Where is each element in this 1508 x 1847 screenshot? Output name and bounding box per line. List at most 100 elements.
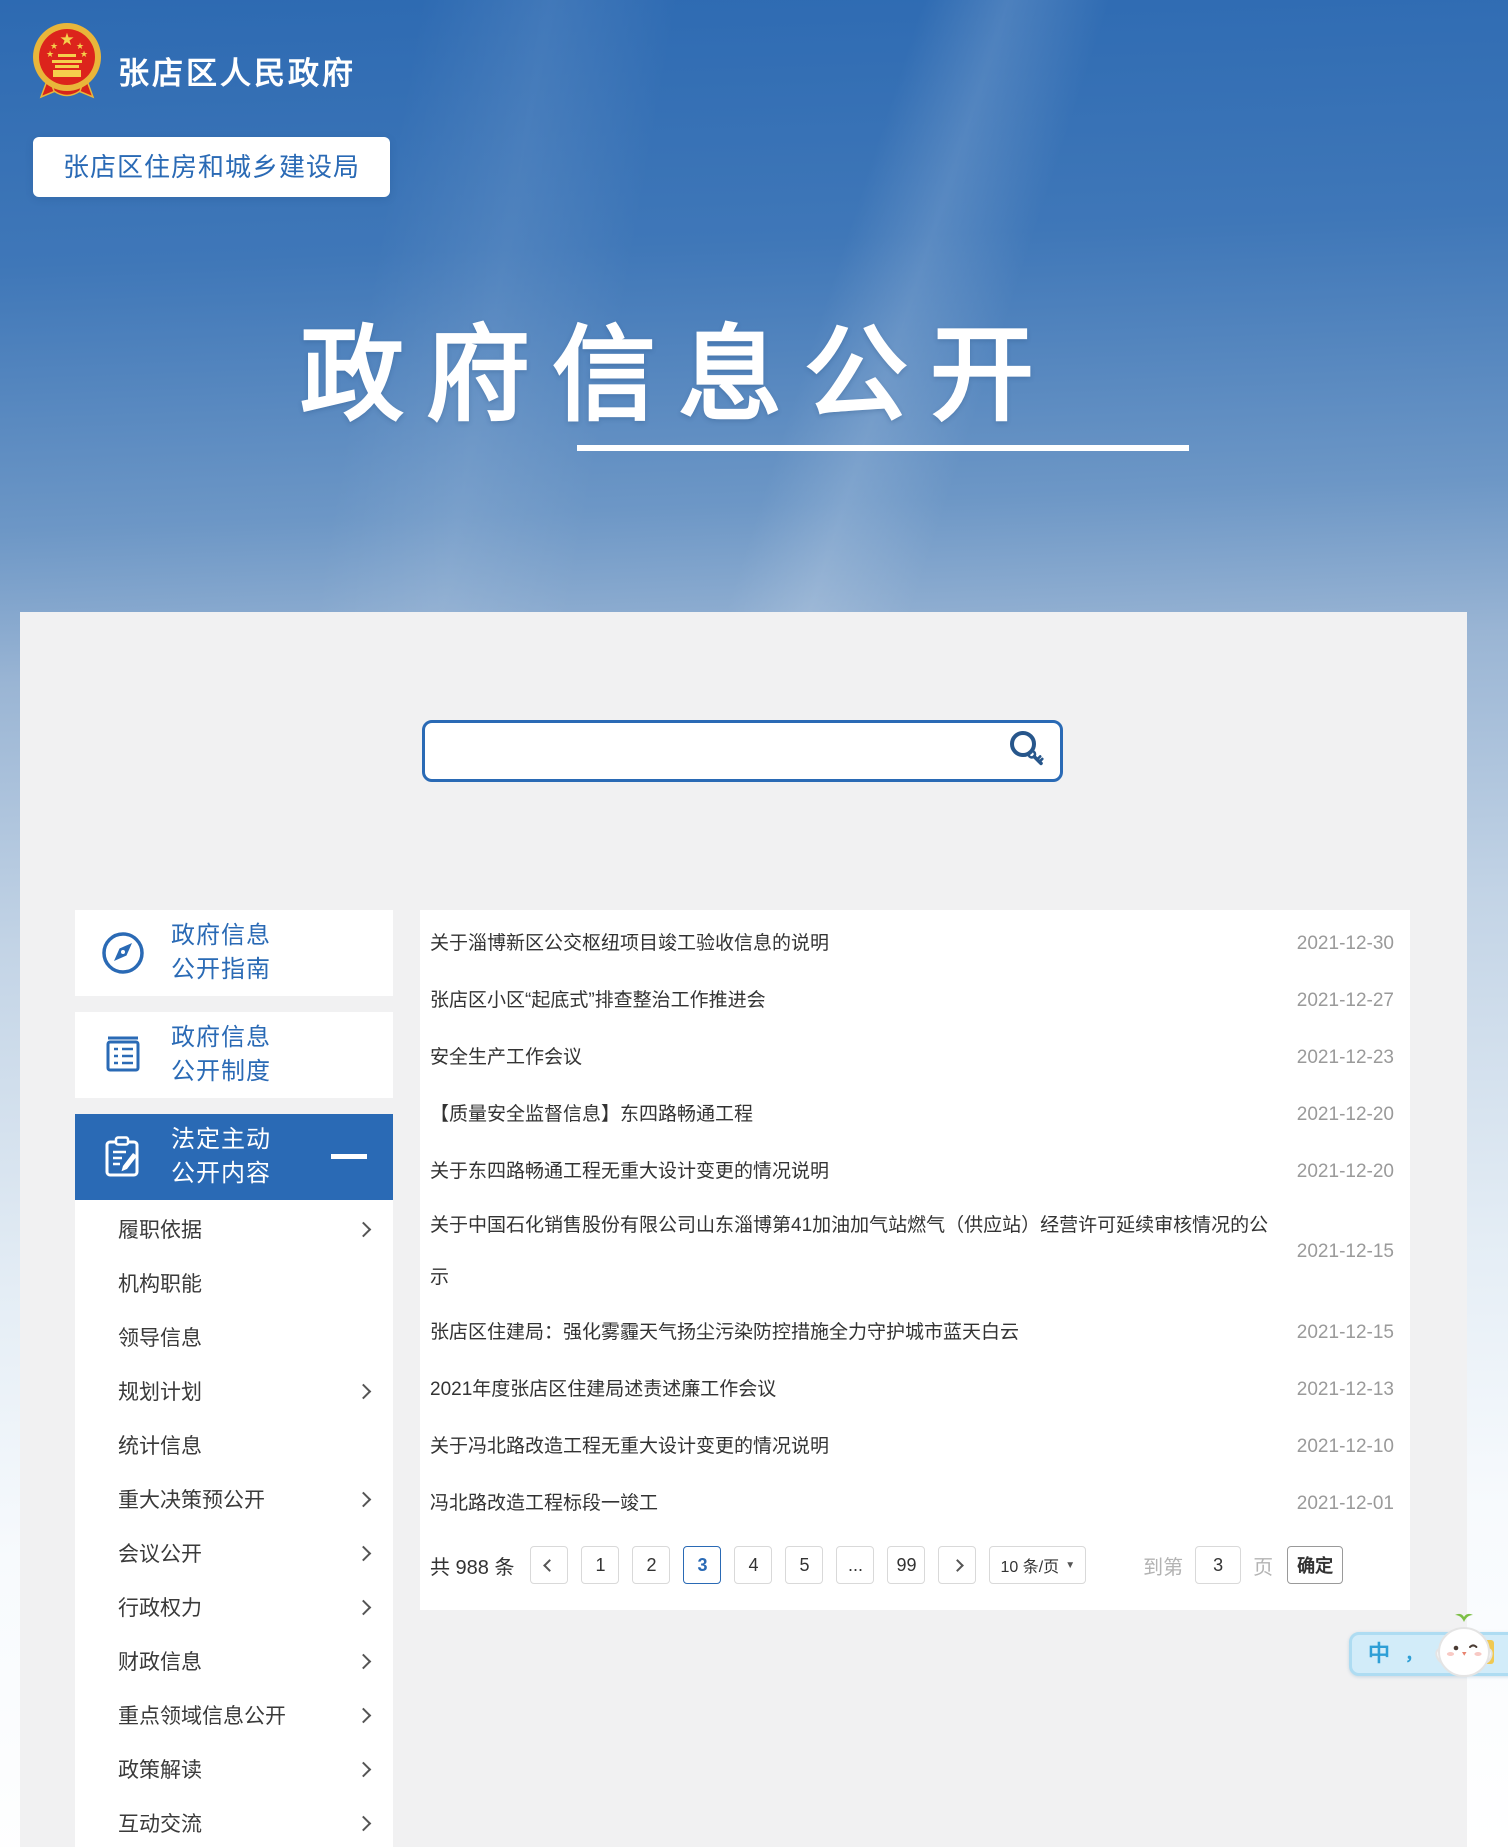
chevron-right-icon	[356, 1545, 372, 1561]
page-number-button[interactable]: 4	[734, 1546, 772, 1584]
prev-page-button[interactable]	[530, 1546, 568, 1584]
news-title-link[interactable]: 关于冯北路改造工程无重大设计变更的情况说明	[430, 1421, 829, 1473]
sidebar-menu-item[interactable]: 互动交流	[75, 1796, 393, 1847]
chevron-left-icon	[543, 1559, 556, 1572]
goto-page-input[interactable]	[1195, 1546, 1241, 1584]
chevron-right-icon	[356, 1653, 372, 1669]
sidebar-card-label: 法定主动 公开内容	[171, 1123, 271, 1191]
news-title-link[interactable]: 张店区小区“起底式”排查整治工作推进会	[430, 975, 766, 1027]
page-title: 政府信息公开	[300, 290, 1056, 441]
svg-text:★: ★	[59, 30, 74, 49]
sidebar-menu-item-label: 重大决策预公开	[118, 1484, 265, 1514]
news-row: 关于冯北路改造工程无重大设计变更的情况说明 2021-12-10	[430, 1418, 1394, 1475]
page: ★ ★ ★ ★ ★ 张店区人民政府 张店区住房和城乡建设局 政府信息公开	[0, 0, 1508, 1847]
goto-suffix-label: 页	[1253, 1551, 1273, 1580]
sidebar-menu-item[interactable]: 机构职能	[75, 1256, 393, 1310]
page-number-button[interactable]: 1	[581, 1546, 619, 1584]
search-button[interactable]	[1002, 727, 1050, 775]
page-number-button[interactable]: 3	[683, 1546, 721, 1584]
news-title-link[interactable]: 关于中国石化销售股份有限公司山东淄博第41加油加气站燃气（供应站）经营许可延续审…	[430, 1200, 1277, 1304]
pagination-total: 共 988 条	[430, 1551, 514, 1580]
sidebar-card-disclosure-guide[interactable]: 政府信息 公开指南	[75, 910, 393, 996]
news-row: 关于淄博新区公交枢纽项目竣工验收信息的说明 2021-12-30	[430, 915, 1394, 972]
ime-toolbar-widget: 中 ，	[1349, 1612, 1508, 1692]
news-date: 2021-12-23	[1277, 1047, 1394, 1069]
clipboard-pencil-icon	[97, 1131, 149, 1183]
page-number-button[interactable]: 99	[887, 1546, 925, 1584]
news-row: 张店区住建局：强化雾霾天气扬尘污染防控措施全力守护城市蓝天白云 2021-12-…	[430, 1304, 1394, 1361]
news-title-link[interactable]: 冯北路改造工程标段一竣工	[430, 1478, 658, 1530]
news-date: 2021-12-30	[1277, 933, 1394, 955]
news-row: 【质量安全监督信息】东四路畅通工程 2021-12-20	[430, 1086, 1394, 1143]
sidebar-menu-item[interactable]: 统计信息	[75, 1418, 393, 1472]
search-key-icon	[1004, 728, 1048, 775]
sidebar-card-label: 政府信息 公开指南	[171, 919, 271, 987]
chinese-mode-icon[interactable]: 中	[1368, 1643, 1390, 1665]
sidebar-card-disclosure-system[interactable]: 政府信息 公开制度	[75, 1012, 393, 1098]
news-title-link[interactable]: 张店区住建局：强化雾霾天气扬尘污染防控措施全力守护城市蓝天白云	[430, 1307, 1019, 1359]
sidebar-menu-item-label: 行政权力	[118, 1592, 202, 1622]
pagination-bar: 共 988 条 1 2 3 4 5 ... 99	[430, 1546, 1394, 1584]
news-row: 冯北路改造工程标段一竣工 2021-12-01	[430, 1475, 1394, 1532]
collapse-minus-icon	[331, 1154, 367, 1159]
sidebar-menu-item[interactable]: 会议公开	[75, 1526, 393, 1580]
sidebar-menu-item-label: 履职依据	[118, 1214, 202, 1244]
news-title-link[interactable]: 2021年度张店区住建局述责述廉工作会议	[430, 1364, 776, 1416]
sidebar-card-statutory-disclosure[interactable]: 法定主动 公开内容	[75, 1114, 393, 1200]
news-date: 2021-12-15	[1277, 1241, 1394, 1263]
sidebar-menu-item-label: 会议公开	[118, 1538, 202, 1568]
search-input[interactable]	[443, 723, 1002, 779]
news-date: 2021-12-27	[1277, 990, 1394, 1012]
sidebar-menu-item[interactable]: 财政信息	[75, 1634, 393, 1688]
news-row: 2021年度张店区住建局述责述廉工作会议 2021-12-13	[430, 1361, 1394, 1418]
sidebar-menu-item-label: 重点领域信息公开	[118, 1700, 286, 1730]
chevron-right-icon	[356, 1707, 372, 1723]
news-title-link[interactable]: 【质量安全监督信息】东四路畅通工程	[430, 1089, 753, 1141]
news-title-link[interactable]: 安全生产工作会议	[430, 1032, 582, 1084]
caret-down-icon: ▼	[1065, 1560, 1075, 1571]
sidebar-menu-item[interactable]: 领导信息	[75, 1310, 393, 1364]
sidebar-card-label: 政府信息 公开制度	[171, 1021, 271, 1089]
sidebar-menu-item[interactable]: 行政权力	[75, 1580, 393, 1634]
chevron-right-icon	[356, 1491, 372, 1507]
sidebar-menu-item[interactable]: 重点领域信息公开	[75, 1688, 393, 1742]
sidebar-menu-item[interactable]: 规划计划	[75, 1364, 393, 1418]
news-date: 2021-12-13	[1277, 1379, 1394, 1401]
sidebar-menu-item-label: 领导信息	[118, 1322, 202, 1352]
chevron-right-icon	[356, 1599, 372, 1615]
title-underline	[577, 445, 1189, 451]
chevron-right-icon	[356, 1383, 372, 1399]
news-row: 安全生产工作会议 2021-12-23	[430, 1029, 1394, 1086]
content-panel: 政府信息 公开指南 政府信息 公开制度	[20, 612, 1467, 1847]
news-title-link[interactable]: 关于淄博新区公交枢纽项目竣工验收信息的说明	[430, 918, 829, 970]
page-size-select[interactable]: 10 条/页 ▼	[989, 1546, 1086, 1584]
punctuation-mode-icon[interactable]: ，	[1405, 1645, 1423, 1663]
sidebar: 政府信息 公开指南 政府信息 公开制度	[75, 910, 393, 1847]
sidebar-menu-item[interactable]: 重大决策预公开	[75, 1472, 393, 1526]
news-title-link[interactable]: 关于东四路畅通工程无重大设计变更的情况说明	[430, 1146, 829, 1198]
sidebar-menu-item-label: 政策解读	[118, 1754, 202, 1784]
sidebar-menu-item[interactable]: 政策解读	[75, 1742, 393, 1796]
svg-text:★: ★	[80, 49, 88, 59]
goto-prefix-label: 到第	[1143, 1551, 1183, 1580]
site-title[interactable]: 张店区人民政府	[118, 48, 356, 93]
news-date: 2021-12-01	[1277, 1493, 1394, 1515]
next-page-button[interactable]	[938, 1546, 976, 1584]
document-icon	[97, 1029, 149, 1081]
news-date: 2021-12-10	[1277, 1436, 1394, 1458]
goto-confirm-button[interactable]: 确定	[1287, 1546, 1343, 1584]
page-number-button[interactable]: ...	[836, 1546, 874, 1584]
news-row: 关于东四路畅通工程无重大设计变更的情况说明 2021-12-20	[430, 1143, 1394, 1200]
chevron-right-icon	[951, 1559, 964, 1572]
national-emblem-icon: ★ ★ ★ ★ ★	[28, 20, 106, 102]
svg-text:★: ★	[46, 49, 54, 59]
news-row: 关于中国石化销售股份有限公司山东淄博第41加油加气站燃气（供应站）经营许可延续审…	[430, 1200, 1394, 1304]
chevron-right-icon	[356, 1761, 372, 1777]
news-date: 2021-12-15	[1277, 1322, 1394, 1344]
news-row: 张店区小区“起底式”排查整治工作推进会 2021-12-27	[430, 972, 1394, 1029]
sidebar-menu-item[interactable]: 履职依据	[75, 1202, 393, 1256]
page-number-button[interactable]: 2	[632, 1546, 670, 1584]
mascot-character[interactable]	[1435, 1612, 1493, 1680]
page-number-button[interactable]: 5	[785, 1546, 823, 1584]
department-badge[interactable]: 张店区住房和城乡建设局	[33, 137, 390, 197]
